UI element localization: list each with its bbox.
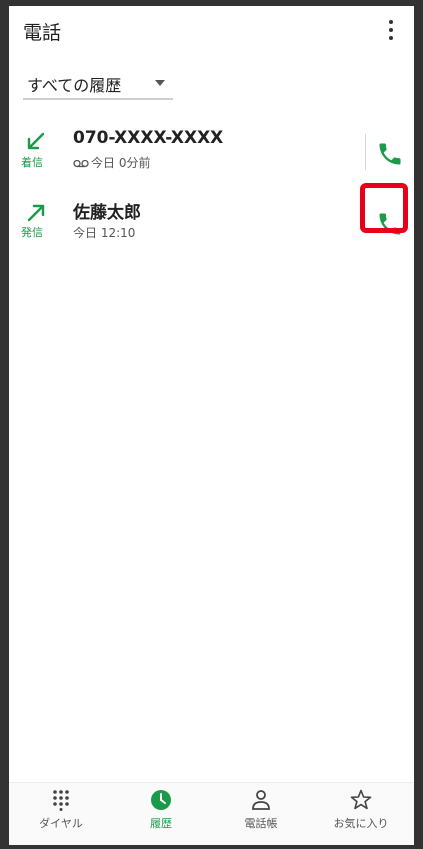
contact-name: 070-XXXX-XXXX (73, 128, 224, 148)
clock-icon (151, 790, 171, 810)
dot-icon (389, 20, 393, 24)
filter-label: すべての履歴 (27, 76, 122, 95)
call-direction-label: 発信 (21, 226, 43, 239)
overflow-menu-button[interactable] (378, 16, 404, 46)
outgoing-arrow-icon (27, 204, 45, 222)
contact-name: 佐藤太郎 (73, 203, 141, 223)
app-bar: 電話 (9, 6, 414, 56)
voicemail-icon (73, 159, 89, 168)
call-history-row[interactable]: 発信 佐藤太郎 今日 12:10 (9, 194, 414, 264)
nav-label: 履歴 (150, 817, 172, 830)
dot-icon (389, 36, 393, 40)
call-time: 今日 0分前 (91, 156, 151, 170)
bottom-navigation: ダイヤル 履歴 電話帳 お気に入り (9, 782, 414, 845)
call-history-row[interactable]: 着信 070-XXXX-XXXX 今日 0分前 (9, 124, 414, 194)
nav-dialpad[interactable]: ダイヤル (11, 789, 111, 839)
dot-icon (389, 28, 393, 32)
person-icon (252, 790, 270, 810)
nav-label: ダイヤル (39, 817, 83, 830)
nav-contacts[interactable]: 電話帳 (211, 789, 311, 839)
call-direction-label: 着信 (21, 156, 43, 169)
divider (365, 134, 366, 170)
highlight-frame (360, 183, 408, 233)
history-filter-dropdown[interactable]: すべての履歴 (23, 64, 173, 100)
phone-screen: 電話 すべての履歴 着信 070-XXXX-XXXX 今日 0分前 発信 佐藤太… (0, 0, 423, 849)
incoming-arrow-icon (27, 132, 45, 150)
nav-favorites[interactable]: お気に入り (311, 789, 411, 839)
call-button[interactable] (376, 140, 404, 168)
call-meta: 今日 0分前 (73, 154, 150, 171)
page-title: 電話 (23, 22, 62, 44)
dialpad-icon (53, 790, 69, 811)
nav-label: 電話帳 (244, 817, 278, 830)
call-time: 今日 12:10 (73, 226, 136, 240)
nav-label: お気に入り (333, 817, 389, 830)
star-icon (350, 789, 372, 810)
caret-down-icon (155, 80, 165, 86)
nav-history[interactable]: 履歴 (111, 789, 211, 839)
